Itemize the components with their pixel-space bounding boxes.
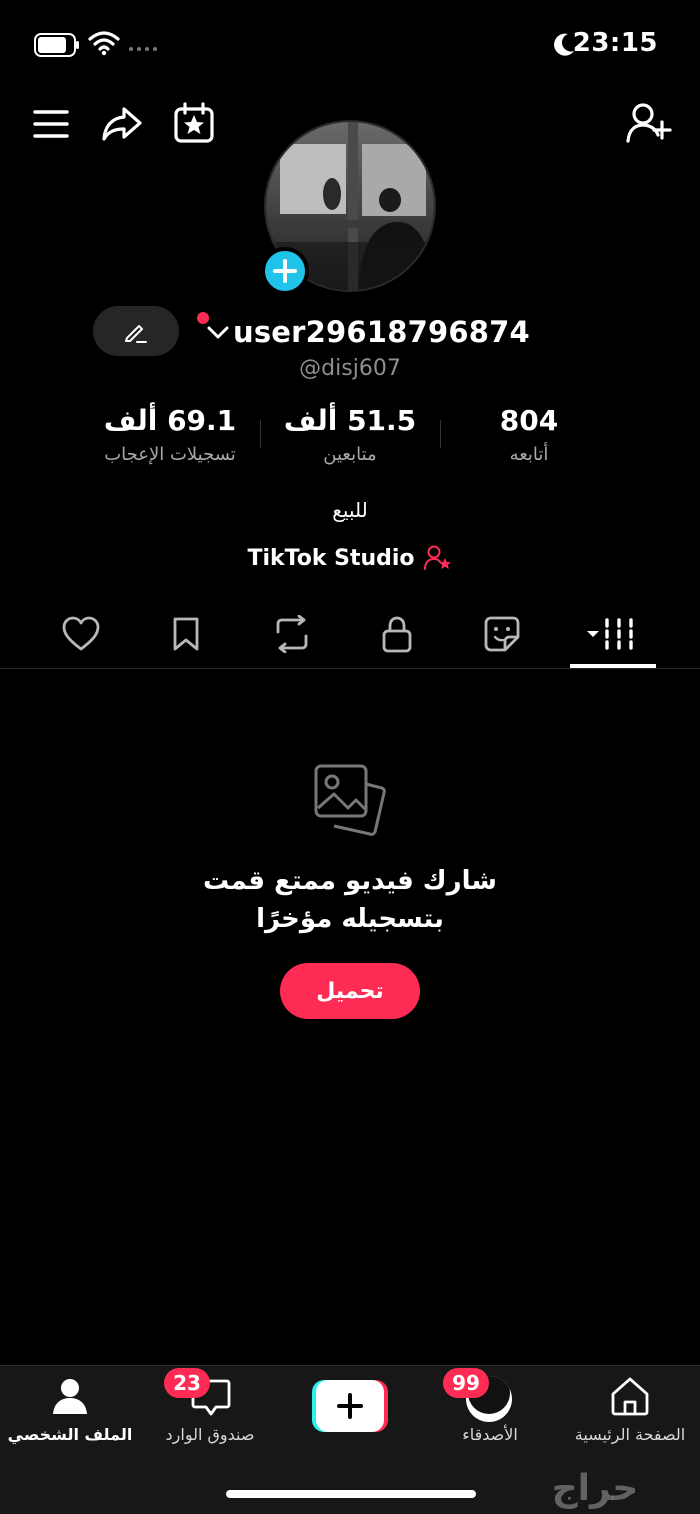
status-bar: 23:15	[0, 0, 700, 80]
inbox-badge: 23	[164, 1368, 210, 1398]
bookmark-icon	[173, 617, 199, 651]
heart-icon	[62, 616, 100, 651]
studio-label: TikTok Studio	[247, 545, 415, 571]
likes-label: تسجيلات الإعجاب	[104, 444, 236, 465]
nav-profile-label: الملف الشخصي	[7, 1425, 133, 1444]
upload-button[interactable]: تحميل	[280, 963, 420, 1019]
add-photo-button[interactable]	[261, 247, 309, 295]
friends-badge: 99	[443, 1368, 489, 1398]
handle: @disj607	[299, 356, 401, 381]
repost-icon	[276, 615, 308, 653]
sticker-icon	[484, 616, 520, 652]
watermark: حراج	[551, 1468, 639, 1509]
calendar-star-icon[interactable]	[172, 102, 216, 144]
videos-tab[interactable]	[583, 610, 643, 658]
upload-button-label: تحميل	[316, 978, 384, 1004]
create-button[interactable]	[312, 1380, 388, 1432]
display-name: user29618796874	[233, 315, 530, 349]
chevron-down-icon	[207, 326, 229, 339]
stickers-tab[interactable]	[472, 610, 532, 658]
nav-inbox-label: صندوق الوارد	[165, 1425, 255, 1444]
home-icon	[611, 1377, 649, 1416]
wifi-icon	[88, 30, 120, 56]
battery-icon	[34, 33, 80, 57]
following-label: أتابعه	[509, 444, 549, 465]
likes-count: 69.1 ألف	[103, 404, 237, 437]
empty-state-line-1: شارك فيديو ممتع قمت	[203, 866, 497, 896]
signal-dots-icon	[128, 46, 160, 52]
status-time: 23:15	[572, 28, 658, 58]
add-friend-icon[interactable]	[626, 102, 672, 144]
home-indicator	[226, 1490, 476, 1498]
nav-friends-label: الأصدقاء	[462, 1425, 518, 1444]
liked-tab[interactable]	[51, 610, 111, 658]
followers-count[interactable]: 51.5 ألف	[250, 404, 450, 437]
menu-icon[interactable]	[32, 106, 70, 142]
private-tab[interactable]	[367, 610, 427, 658]
lock-icon	[382, 616, 412, 653]
following-count[interactable]: 804	[429, 404, 629, 437]
tiktok-studio-link[interactable]: TikTok Studio	[230, 540, 470, 576]
reposts-tab[interactable]	[262, 610, 322, 658]
tabs-divider	[0, 668, 700, 669]
saved-tab[interactable]	[156, 610, 216, 658]
nav-home-label: الصفحة الرئيسية	[574, 1425, 686, 1444]
pencil-icon	[125, 325, 147, 343]
bio: للبيع	[332, 498, 368, 522]
plus-icon	[273, 259, 297, 283]
plus-icon	[337, 1393, 363, 1419]
account-switch-button[interactable]: user29618796874	[205, 312, 530, 352]
empty-state-line-2: بتسجيله مؤخرًا	[256, 904, 444, 934]
grid-dropdown-icon	[587, 618, 633, 650]
edit-profile-button[interactable]	[93, 306, 179, 356]
person-icon	[53, 1379, 87, 1414]
creator-star-icon	[423, 545, 451, 570]
photos-placeholder-icon	[312, 762, 388, 838]
followers-label: متابعين	[323, 444, 377, 465]
share-icon[interactable]	[100, 104, 144, 144]
